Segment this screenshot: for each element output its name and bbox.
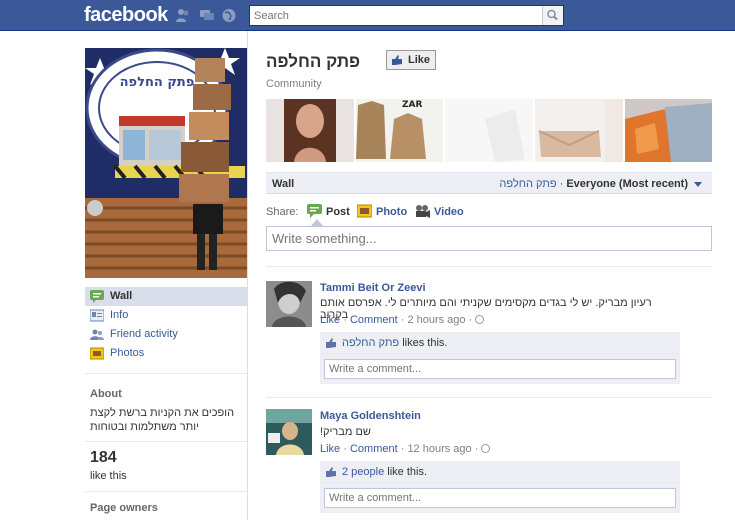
wall-filter-page[interactable]: פתק החלפה — [499, 178, 556, 190]
left-column-divider — [247, 31, 248, 520]
avatar-photo — [266, 281, 312, 327]
strip-photo[interactable] — [445, 99, 533, 162]
post-icon — [307, 204, 322, 218]
strip-photo[interactable] — [625, 99, 712, 162]
white-product-photo — [445, 99, 533, 162]
sidebar-divider — [85, 441, 247, 442]
like-button-label: Like — [408, 54, 431, 66]
wall-filter[interactable]: פתק החלפה · Everyone (Most recent) — [499, 178, 688, 190]
likes-suffix: like this. — [387, 466, 428, 478]
sidebar-divider — [85, 373, 247, 374]
friend-activity-icon — [90, 329, 104, 340]
story-author[interactable]: Tammi Beit Or Zeevi — [320, 282, 426, 294]
top-bar: facebook — [0, 0, 735, 31]
story-divider — [266, 266, 712, 267]
wall-icon — [90, 290, 104, 303]
page-category: Community — [266, 78, 322, 90]
thumbs-up-icon — [392, 55, 402, 65]
share-option-label: Photo — [376, 206, 408, 218]
search-input[interactable] — [250, 6, 540, 25]
wall-header-bar: Wall פתק החלפה · Everyone (Most recent) — [266, 172, 712, 194]
share-option-label: Video — [434, 206, 464, 218]
like-action[interactable]: Like — [320, 443, 340, 455]
sidebar-item-label: Photos — [110, 347, 145, 359]
page-profile-picture[interactable]: פתק החלפה — [85, 48, 248, 278]
sidebar-divider — [85, 491, 247, 492]
clutch-bag-photo — [535, 99, 623, 162]
likes-count[interactable]: 184 — [90, 449, 117, 467]
sidebar-item-label: Friend activity — [110, 328, 178, 340]
sidebar-item-label: Wall — [110, 290, 133, 302]
comment-action[interactable]: Comment — [350, 443, 398, 455]
video-camera-icon — [416, 205, 430, 218]
strip-photo[interactable] — [266, 99, 354, 162]
story-author[interactable]: Maya Goldenshtein — [320, 410, 421, 422]
sidebar-item-friend-activity[interactable]: Friend activity — [85, 325, 247, 344]
wall-filter-separator: · — [556, 178, 567, 190]
likes-sentence: פתק החלפה likes this. — [342, 337, 447, 349]
comment-action[interactable]: Comment — [350, 314, 398, 326]
page-owners-heading: Page owners — [90, 502, 158, 514]
feedback-box: 2 people like this. — [320, 461, 680, 513]
strip-photo[interactable] — [535, 99, 623, 162]
wall-title: Wall — [272, 178, 295, 190]
avatar[interactable] — [266, 409, 312, 455]
coats-photo: ZAR — [356, 99, 443, 162]
wall-filter-value: Everyone (Most recent) — [566, 178, 688, 190]
likes-subject[interactable]: 2 people — [342, 466, 384, 478]
thumbs-up-icon — [326, 338, 336, 348]
story-meta: Like · Comment · 2 hours ago · — [320, 314, 485, 326]
photo-icon — [357, 204, 372, 218]
story-divider — [266, 397, 712, 398]
chevron-down-icon[interactable] — [694, 182, 702, 187]
share-caret — [311, 219, 323, 226]
photos-icon — [90, 347, 104, 360]
sidebar-item-label: Info — [110, 309, 129, 321]
comment-input[interactable] — [324, 488, 676, 508]
story-time[interactable]: 2 hours ago — [407, 314, 465, 326]
status-input[interactable] — [266, 226, 712, 251]
story-meta: Like · Comment · 12 hours ago · — [320, 443, 491, 455]
search-button[interactable] — [542, 6, 563, 25]
facebook-logo[interactable]: facebook — [84, 4, 168, 27]
story-message: שם מבריק! — [320, 426, 371, 438]
page-title: פתק החלפה — [266, 52, 361, 71]
comment-input[interactable] — [324, 359, 676, 379]
sidebar-item-info[interactable]: Info — [85, 306, 247, 325]
likes-sentence: 2 people like this. — [342, 466, 427, 478]
svg-text:פתק החלפה: פתק החלפה — [120, 75, 195, 90]
about-text: הופכים את הקניות ברשת לקצת יותר משתלמות … — [90, 407, 235, 433]
search-icon — [547, 9, 558, 21]
likes-suffix: likes this. — [402, 337, 448, 349]
clothes-pile-photo — [625, 99, 712, 162]
likes-label: like this — [90, 470, 127, 482]
strip-photo-text: ZAR — [402, 100, 422, 110]
avatar[interactable] — [266, 281, 312, 327]
messages-icon[interactable] — [199, 8, 215, 23]
search-box — [249, 5, 564, 26]
likes-row: 2 people like this. — [320, 461, 680, 483]
notifications-globe-icon[interactable] — [221, 8, 237, 23]
about-heading: About — [90, 388, 122, 400]
profile-picture-art: פתק החלפה — [85, 48, 248, 278]
likes-row: פתק החלפה likes this. — [320, 332, 680, 354]
sidebar-item-photos[interactable]: Photos — [85, 344, 247, 363]
thumbs-up-icon — [326, 467, 336, 477]
avatar-photo — [266, 409, 312, 455]
woman-portrait-photo — [266, 99, 354, 162]
story-time[interactable]: 12 hours ago — [407, 443, 471, 455]
globe-icon — [475, 315, 485, 324]
share-label: Share: — [266, 206, 299, 218]
photo-strip: ZAR — [266, 99, 712, 162]
likes-subject[interactable]: פתק החלפה — [342, 337, 399, 349]
info-icon — [90, 309, 104, 322]
friend-requests-icon[interactable] — [175, 8, 191, 23]
like-page-button[interactable]: Like — [386, 50, 436, 70]
strip-photo[interactable]: ZAR — [356, 99, 443, 162]
globe-icon — [481, 444, 491, 453]
like-action[interactable]: Like — [320, 314, 340, 326]
sidebar-item-wall[interactable]: Wall — [85, 287, 247, 306]
feedback-box: פתק החלפה likes this. — [320, 332, 680, 384]
share-option-label: Post — [326, 206, 350, 218]
